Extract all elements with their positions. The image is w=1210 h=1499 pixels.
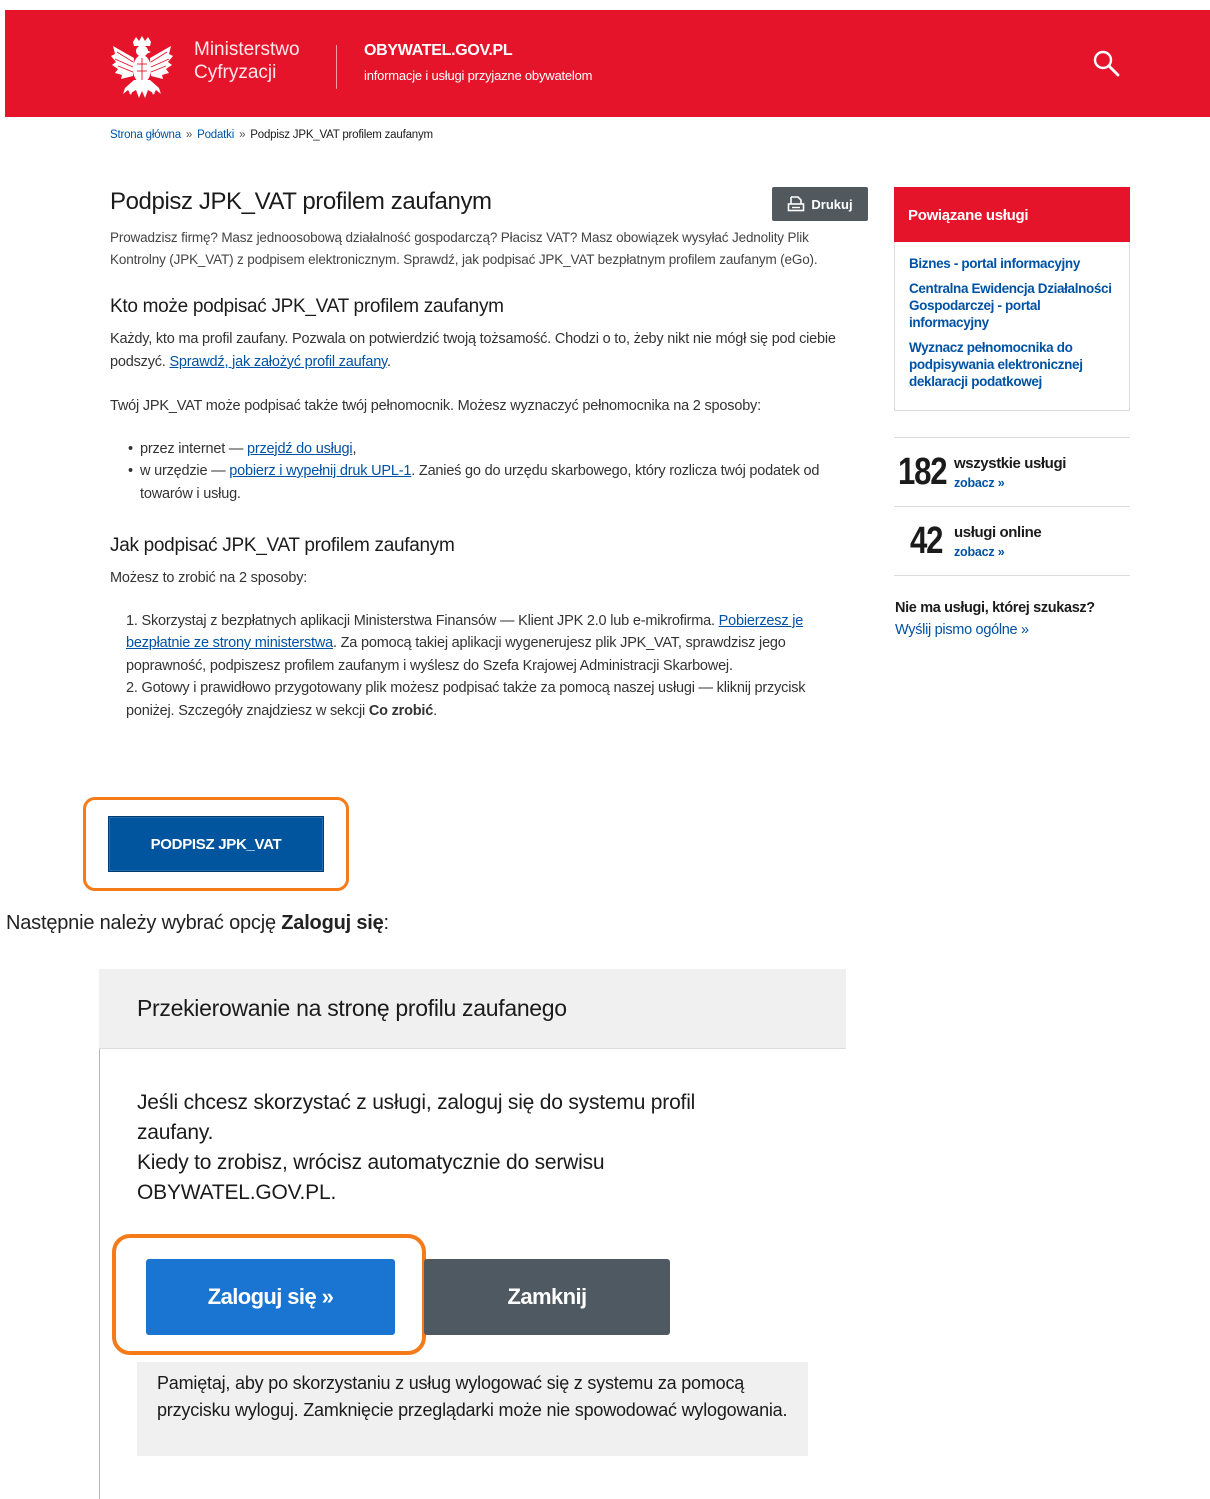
who-end: .: [387, 353, 391, 370]
list-item: 2. Gotowy i prawidłowo przygotowany plik…: [126, 677, 850, 722]
ministry-name[interactable]: Ministerstwo Cyfryzacji: [194, 38, 300, 84]
related-item-proxy[interactable]: Wyznacz pełnomocnika do podpisywania ele…: [909, 339, 1115, 390]
send-general-letter-link[interactable]: Wyślij pismo ogólne »: [895, 622, 1029, 638]
site-tagline: informacje i usługi przyjazne obywatelom: [364, 68, 593, 83]
all-services-link[interactable]: zobacz »: [954, 476, 1005, 490]
caption-bold: Zaloguj się: [281, 912, 384, 934]
redirect-panel-title: Przekierowanie na stronę profilu zaufane…: [137, 995, 567, 1021]
breadcrumb-home[interactable]: Strona główna: [110, 129, 181, 141]
bullet-text: w urzędzie —: [140, 463, 230, 479]
site-name[interactable]: OBYWATEL.GOV.PL: [364, 42, 513, 60]
sidebar-divider: [894, 437, 1130, 438]
print-button[interactable]: Drukuj: [772, 187, 868, 221]
online-services-label: usługi online: [954, 524, 1042, 541]
related-item-biznes[interactable]: Biznes - portal informacyjny: [909, 255, 1115, 272]
breadcrumb-taxes[interactable]: Podatki: [197, 129, 234, 141]
polish-eagle-icon[interactable]: [109, 34, 175, 104]
bullet-text: przez internet —: [140, 440, 248, 457]
breadcrumb: Strona główna » Podatki » Podpisz JPK_VA…: [110, 129, 433, 141]
section-heading-how: Jak podpisać JPK_VAT profilem zaufanym: [110, 535, 455, 556]
logout-reminder: Pamiętaj, aby po skorzystaniu z usług wy…: [137, 1362, 808, 1456]
how-paragraph: Możesz to zrobić na 2 sposoby:: [110, 570, 308, 586]
list-item: w urzędzie — pobierz i wypełnij druk UPL…: [128, 460, 850, 505]
header-separator: [336, 45, 337, 89]
breadcrumb-current: Podpisz JPK_VAT profilem zaufanym: [250, 129, 433, 141]
close-button[interactable]: Zamknij: [424, 1259, 670, 1335]
related-item-ceidg[interactable]: Centralna Ewidencja Działalności Gospoda…: [909, 280, 1115, 331]
login-button[interactable]: Zaloguj się »: [146, 1259, 395, 1335]
bullet-end: ,: [352, 440, 357, 457]
sidebar-divider: [894, 575, 1130, 576]
section-heading-who: Kto może podpisać JPK_VAT profilem zaufa…: [110, 296, 504, 317]
redirect-panel-header: Przekierowanie na stronę profilu zaufane…: [99, 969, 846, 1049]
intro-text: Prowadzisz firmę? Masz jednoosobową dzia…: [110, 230, 818, 267]
sidebar-divider: [894, 506, 1130, 507]
all-services-count: 182: [898, 451, 948, 493]
breadcrumb-separator: »: [239, 129, 246, 141]
related-services-list: Biznes - portal informacyjny Centralna E…: [895, 242, 1129, 390]
online-services-count: 42: [910, 520, 943, 562]
printer-icon: [788, 196, 805, 212]
breadcrumb-separator: »: [185, 129, 193, 141]
create-profile-link[interactable]: Sprawdź, jak założyć profil zaufany: [169, 354, 387, 370]
who-paragraph: Każdy, kto ma profil zaufany. Pozwala on…: [110, 328, 860, 373]
main-content: Podpisz JPK_VAT profilem zaufanym Drukuj…: [110, 186, 870, 722]
sign-jpk-vat-button[interactable]: PODPISZ JPK_VAT: [108, 816, 324, 872]
search-icon[interactable]: [1091, 48, 1121, 78]
missing-service-question: Nie ma usługi, której szukasz?: [895, 600, 1095, 616]
redirect-text-line-1: Jeśli chcesz skorzystać z usługi, zalogu…: [137, 1091, 696, 1144]
online-services-link[interactable]: zobacz »: [954, 545, 1005, 559]
ministry-line-1: Ministerstwo: [194, 39, 300, 60]
item-bold: Co zrobić: [368, 702, 434, 719]
ministry-line-2: Cyfryzacji: [194, 62, 277, 83]
page-title: Podpisz JPK_VAT profilem zaufanym: [110, 188, 492, 215]
proxy-list: przez internet — przejdź do usługi, w ur…: [110, 438, 850, 506]
instruction-caption: Następnie należy wybrać opcję Zaloguj si…: [6, 912, 389, 935]
redirect-panel-text: Jeśli chcesz skorzystać z usługi, zalogu…: [137, 1088, 757, 1208]
download-upl1-link[interactable]: pobierz i wypełnij druk UPL-1: [229, 463, 411, 479]
redirect-panel-border: [99, 1049, 100, 1499]
list-item: 1. Skorzystaj z bezpłatnych aplikacji Mi…: [126, 610, 850, 678]
caption-end: :: [383, 912, 390, 934]
redirect-text-line-2: Kiedy to zrobisz, wrócisz automatycznie …: [137, 1151, 605, 1204]
all-services-label: wszystkie usługi: [954, 455, 1066, 472]
related-services: Powiązane usługi Biznes - portal informa…: [894, 187, 1130, 411]
how-list: 1. Skorzystaj z bezpłatnych aplikacji Mi…: [110, 610, 850, 723]
item-text: 2. Gotowy i prawidłowo przygotowany plik…: [126, 680, 806, 719]
site-header: Ministerstwo Cyfryzacji OBYWATEL.GOV.PL …: [5, 10, 1210, 117]
item-end: .: [433, 702, 437, 719]
caption-text: Następnie należy wybrać opcję: [6, 912, 282, 934]
related-services-title: Powiązane usługi: [894, 187, 1130, 242]
go-to-service-link[interactable]: przejdź do usługi: [247, 441, 353, 457]
item-text: 1. Skorzystaj z bezpłatnych aplikacji Mi…: [126, 612, 719, 629]
proxy-paragraph: Twój JPK_VAT może podpisać także twój pe…: [110, 398, 761, 414]
list-item: przez internet — przejdź do usługi,: [128, 438, 850, 461]
print-label: Drukuj: [811, 196, 853, 212]
